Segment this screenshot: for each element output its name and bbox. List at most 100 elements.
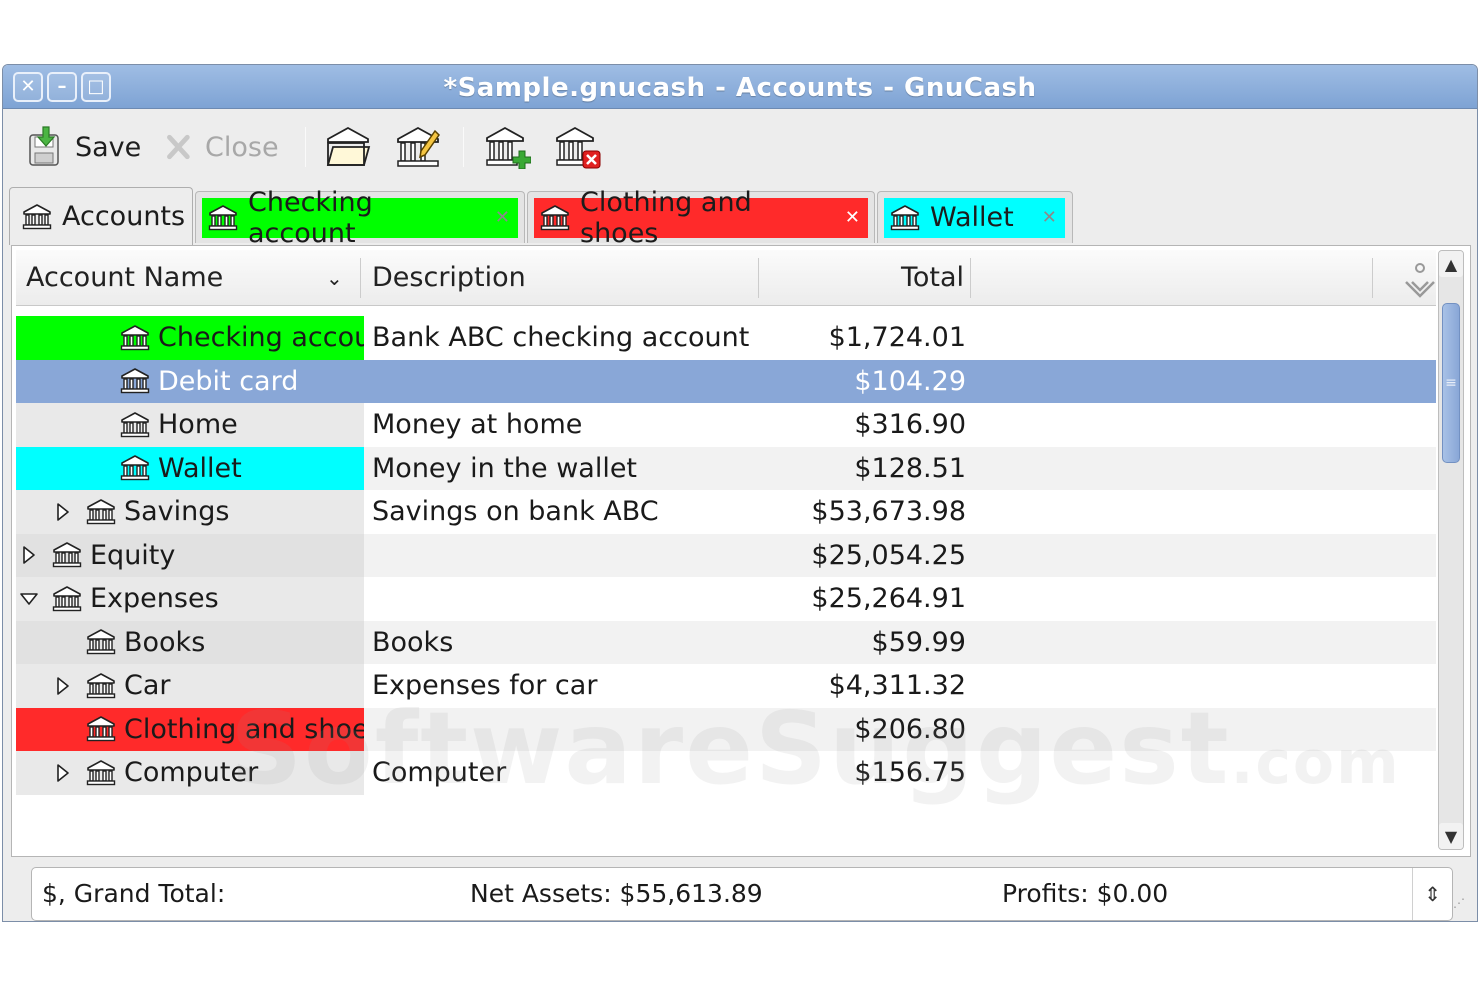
tab-checking-account[interactable]: Checking account ✕	[195, 187, 525, 249]
net-assets: Net Assets: $55,613.89	[470, 879, 763, 908]
account-description: Savings on bank ABC	[372, 496, 659, 528]
tab-clothing-and-shoes[interactable]: Clothing and shoes ✕	[527, 187, 875, 249]
close-label: Close	[205, 131, 279, 163]
bank-icon	[52, 542, 82, 568]
tab-label: Accounts	[62, 201, 186, 232]
bank-icon	[22, 204, 52, 230]
account-total: $53,673.98	[811, 496, 966, 528]
account-name: Home	[158, 409, 238, 441]
expander-collapsed-icon[interactable]	[52, 762, 74, 784]
account-name: Equity	[90, 539, 176, 571]
tab-wallet[interactable]: Wallet ✕	[877, 191, 1073, 243]
account-description: Expenses for car	[372, 670, 598, 702]
tab-label: Checking account	[248, 186, 373, 249]
account-name: Books	[124, 626, 206, 658]
expander-expanded-icon[interactable]	[18, 588, 40, 610]
account-name: Savings	[124, 496, 230, 528]
account-total: $25,264.91	[811, 583, 966, 615]
account-description: Bank ABC checking account	[372, 322, 750, 354]
expander-collapsed-icon[interactable]	[52, 501, 74, 523]
scroll-down-icon[interactable]: ▼	[1439, 823, 1463, 849]
toolbar-separator	[305, 127, 306, 167]
account-row[interactable]: Savings Savings on bank ABC $53,673.98	[16, 490, 1436, 534]
new-account-button[interactable]	[485, 121, 531, 173]
account-description: Computer	[372, 757, 507, 789]
tab-close-icon[interactable]: ✕	[1042, 207, 1057, 228]
bank-icon	[86, 673, 116, 699]
account-name: Computer	[124, 757, 259, 789]
scroll-up-icon[interactable]: ▲	[1439, 251, 1463, 277]
column-header-account-name[interactable]: Account Name ⌄	[26, 250, 356, 306]
column-selector-icon[interactable]	[1398, 260, 1442, 304]
open-account-button[interactable]	[325, 121, 371, 173]
account-name: Clothing and shoes	[124, 713, 364, 745]
window-title: *Sample.gnucash - Accounts - GnuCash	[443, 73, 1037, 103]
account-row[interactable]: Home Money at home $316.90	[16, 403, 1436, 447]
bank-icon	[86, 760, 116, 786]
account-total: $104.29	[854, 365, 966, 397]
account-row[interactable]: Checking account Bank ABC checking accou…	[16, 316, 1436, 360]
title-bar[interactable]: ✕ – □ *Sample.gnucash - Accounts - GnuCa…	[3, 65, 1477, 109]
account-description: Money in the wallet	[372, 452, 638, 484]
account-total: $59.99	[871, 626, 966, 658]
account-name: Car	[124, 670, 171, 702]
account-total: $316.90	[854, 409, 966, 441]
account-name: Wallet	[158, 452, 242, 484]
account-row[interactable]: Expenses $25,264.91	[16, 577, 1436, 621]
summary-spinner-icon[interactable]: ⇕	[1412, 868, 1452, 920]
column-header-row: Account Name ⌄ Description Total	[16, 250, 1436, 306]
tab-accounts[interactable]: Accounts	[9, 187, 193, 245]
bank-icon	[86, 629, 116, 655]
account-row[interactable]: Computer Computer $156.75	[16, 751, 1436, 795]
profits: Profits: $0.00	[1002, 879, 1169, 908]
bank-icon	[120, 325, 150, 351]
open-account-icon	[326, 126, 371, 166]
summary-bar[interactable]: $, Grand Total: Net Assets: $55,613.89 P…	[31, 867, 1453, 921]
edit-account-button[interactable]	[395, 121, 441, 173]
expander-collapsed-icon[interactable]	[18, 544, 40, 566]
save-icon	[29, 126, 59, 166]
account-row-selected[interactable]: Debit card $104.29	[16, 359, 1436, 403]
account-row[interactable]: Books Books $59.99	[16, 620, 1436, 664]
account-name: Checking account	[158, 322, 364, 354]
account-row[interactable]: Wallet Money in the wallet $128.51	[16, 446, 1436, 490]
account-row[interactable]: Clothing and shoes $206.80	[16, 707, 1436, 751]
account-row[interactable]: Car Expenses for car $4,311.32	[16, 664, 1436, 708]
tab-label: Wallet	[930, 202, 1014, 233]
bank-icon	[120, 412, 150, 438]
account-row[interactable]: Equity $25,054.25	[16, 533, 1436, 577]
close-icon	[167, 134, 190, 160]
resize-grip-icon[interactable]: ⋰	[1453, 897, 1471, 915]
tab-close-icon[interactable]: ✕	[845, 207, 860, 228]
bank-icon	[120, 455, 150, 481]
save-button[interactable]: Save	[25, 121, 141, 173]
bank-icon	[208, 205, 238, 231]
toolbar: Save Close	[3, 109, 1477, 187]
scrollbar-thumb[interactable]: ≡	[1442, 303, 1460, 463]
delete-account-button[interactable]	[555, 121, 601, 173]
vertical-scrollbar[interactable]: ▲ ≡ ▼	[1438, 250, 1464, 850]
account-description: Money at home	[372, 409, 583, 441]
tab-close-icon[interactable]: ✕	[495, 207, 510, 228]
account-name: Debit card	[158, 365, 299, 397]
delete-account-icon	[556, 126, 601, 169]
gnucash-window: ✕ – □ *Sample.gnucash - Accounts - GnuCa…	[2, 64, 1478, 922]
sort-chevron-down-icon: ⌄	[326, 266, 343, 290]
account-total: $25,054.25	[811, 539, 966, 571]
tab-strip: Accounts Checking account ✕ Clothing and…	[9, 187, 1469, 249]
bank-icon	[890, 205, 920, 231]
column-header-description[interactable]: Description	[372, 250, 526, 306]
account-total: $4,311.32	[828, 670, 966, 702]
account-total: $1,724.01	[828, 322, 966, 354]
tab-label: Clothing and shoes	[580, 186, 752, 249]
toolbar-separator	[463, 127, 464, 167]
column-header-total[interactable]: Total	[776, 250, 964, 306]
account-total: $156.75	[854, 757, 966, 789]
bank-icon	[120, 368, 150, 394]
close-button[interactable]: Close	[163, 121, 279, 173]
account-tree: Account Name ⌄ Description Total Checkin…	[11, 245, 1471, 857]
expander-collapsed-icon[interactable]	[52, 675, 74, 697]
account-description: Books	[372, 626, 454, 658]
bank-icon	[86, 716, 116, 742]
save-label: Save	[75, 131, 142, 163]
